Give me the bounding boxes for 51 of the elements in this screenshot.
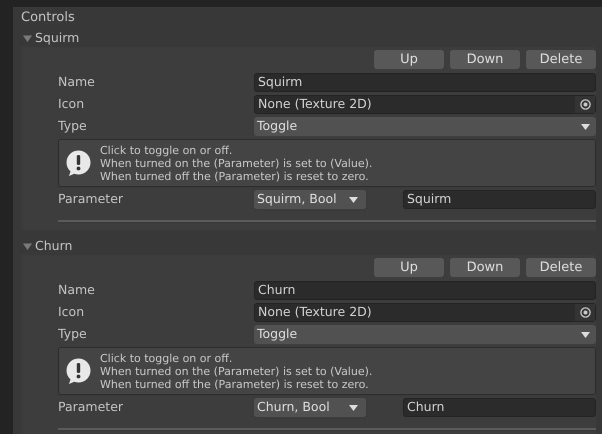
text-field[interactable]: Churn [403, 398, 596, 417]
delete-button[interactable]: Delete [526, 50, 596, 69]
parameter-dropdown[interactable]: Squirm, Bool [254, 190, 366, 209]
object-picker-button[interactable] [575, 304, 595, 321]
field-label: Parameter [58, 398, 124, 416]
field-label: Type [58, 325, 88, 344]
dropdown-value: Churn, Bool [257, 398, 330, 416]
help-text: Click to toggle on or off. [100, 352, 234, 364]
caret-icon [581, 332, 590, 338]
info-icon [65, 150, 92, 176]
field-label: Name [58, 73, 96, 92]
info-icon [65, 358, 92, 384]
up-button[interactable]: Up [374, 258, 444, 277]
help-text: When turned off the (Parameter) is reset to zero. [100, 170, 370, 182]
field-label: Name [58, 281, 96, 300]
help-text: When turned off the (Parameter) is reset to zero. [100, 378, 370, 390]
dropdown-value: Squirm, Bool [257, 190, 337, 208]
caret-icon [349, 404, 358, 410]
dropdown[interactable]: Toggle [254, 117, 596, 136]
object-field[interactable]: None (Texture 2D) [254, 303, 596, 322]
foldout-label[interactable]: Squirm [35, 28, 80, 48]
dropdown-value: Toggle [257, 117, 298, 136]
text-field[interactable]: Churn [254, 281, 596, 300]
text-field[interactable]: Squirm [403, 190, 596, 209]
field-label: Icon [58, 95, 86, 114]
parameter-dropdown[interactable]: Churn, Bool [254, 398, 366, 417]
help-text: When turned on the (Parameter) is set to (Value). [100, 156, 372, 170]
caret-icon [581, 124, 590, 130]
delete-button[interactable]: Delete [526, 258, 596, 277]
panel-title: Controls [20, 9, 76, 27]
up-button[interactable]: Up [374, 50, 444, 69]
object-picker-button[interactable] [575, 96, 595, 113]
foldout-arrow-icon[interactable] [23, 242, 32, 250]
field-label: Icon [58, 303, 86, 322]
field-value: None (Texture 2D) [258, 95, 372, 114]
object-field[interactable]: None (Texture 2D) [254, 95, 596, 114]
dropdown-value: Toggle [257, 325, 298, 344]
target-icon [580, 99, 590, 110]
dropdown[interactable]: Toggle [254, 325, 596, 344]
foldout-label[interactable]: Churn [35, 236, 72, 256]
caret-icon [349, 196, 358, 202]
text-field[interactable]: Squirm [254, 73, 596, 92]
down-button[interactable]: Down [450, 50, 520, 69]
field-value: None (Texture 2D) [258, 303, 372, 322]
help-text: When turned on the (Parameter) is set to (Value). [100, 364, 372, 378]
down-button[interactable]: Down [450, 258, 520, 277]
target-icon [580, 307, 590, 318]
field-label: Type [58, 117, 88, 136]
help-text: Click to toggle on or off. [100, 144, 234, 156]
field-label: Parameter [58, 190, 124, 208]
foldout-arrow-icon[interactable] [23, 34, 32, 42]
